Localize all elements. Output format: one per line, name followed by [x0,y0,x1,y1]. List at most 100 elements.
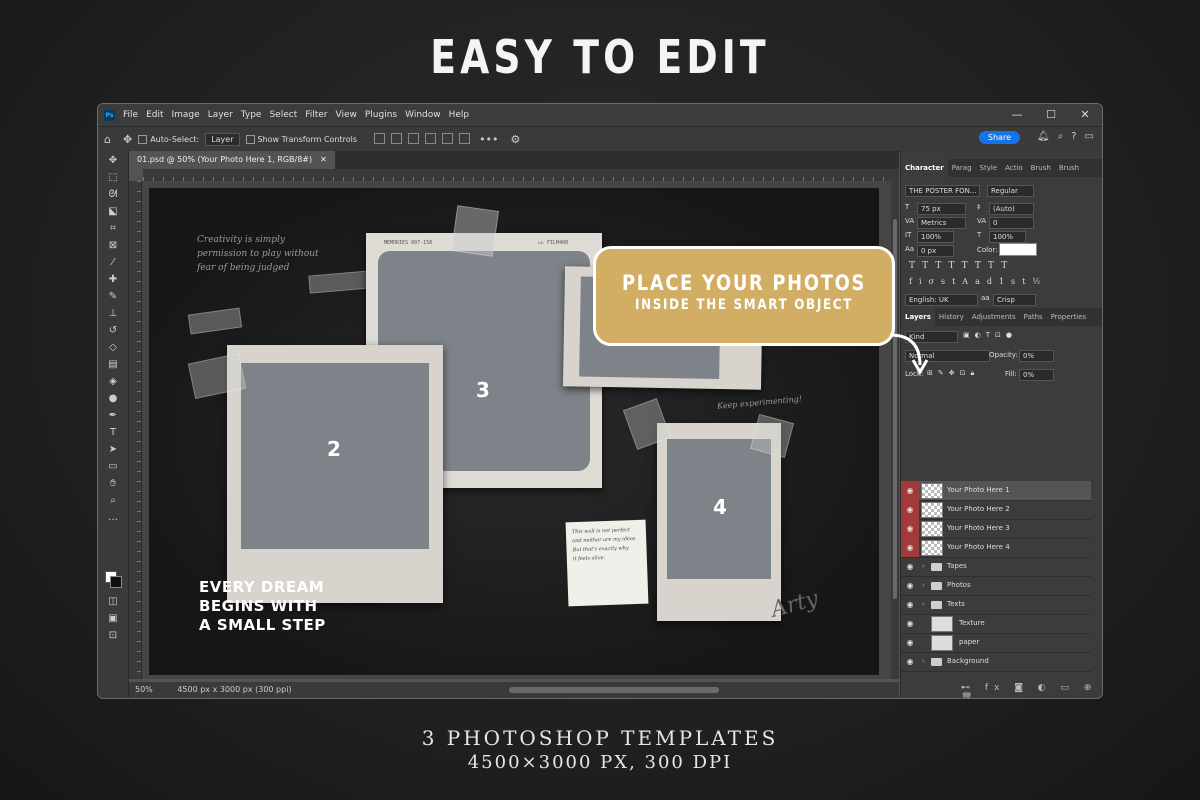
gradient-tool-icon[interactable]: ▤ [106,359,120,371]
font-size-field[interactable]: 75 px [917,203,966,215]
brush-tool-icon[interactable]: ✎ [106,291,120,303]
eraser-tool-icon[interactable]: ◇ [106,342,120,354]
opentype-buttons[interactable]: fiσstAad1st½ [909,277,1047,286]
move-tool-icon[interactable]: ✥ [123,133,132,146]
layer-row[interactable]: ◉ › Background [901,652,1091,672]
tab-properties[interactable]: Properties [1047,308,1090,326]
workspace-icon[interactable]: ▭ [1085,131,1094,142]
text-color-swatch[interactable] [999,243,1037,256]
visibility-eye-icon[interactable]: ◉ [901,633,919,652]
vertical-scrollbar[interactable] [891,169,899,679]
align-middle-icon[interactable] [442,132,454,144]
tab-styles[interactable]: Style [976,159,1002,177]
settings-icon[interactable]: ⚙ [511,133,521,146]
horizontal-scale-field[interactable]: 100% [989,231,1026,243]
baseline-field[interactable]: 0 px [917,245,954,257]
align-top-icon[interactable] [425,132,437,144]
tab-layers[interactable]: Layers [901,308,935,326]
menu-window[interactable]: Window [405,110,441,120]
tab-paths[interactable]: Paths [1020,308,1047,326]
leading-field[interactable]: (Auto) [989,203,1034,215]
font-family-dropdown[interactable]: THE POSTER FON... [905,185,980,197]
align-center-icon[interactable] [391,132,403,144]
zoom-tool-icon[interactable]: ⌕ [106,495,120,507]
menu-help[interactable]: Help [449,110,470,120]
tab-adjustments[interactable]: Adjustments [968,308,1020,326]
pen-tool-icon[interactable]: ✒ [106,410,120,422]
layer-select-dropdown[interactable]: Layer [205,132,240,146]
align-left-icon[interactable] [374,132,386,144]
healing-tool-icon[interactable]: ✚ [106,274,120,286]
horizontal-scrollbar[interactable] [509,687,719,693]
menu-plugins[interactable]: Plugins [365,110,397,120]
visibility-eye-icon[interactable]: ◉ [901,481,919,500]
object-select-tool-icon[interactable]: ⬕ [106,206,120,218]
help-icon[interactable]: ? [1071,131,1076,142]
home-icon[interactable]: ⌂ [104,133,111,146]
layer-row[interactable]: ◉ paper [901,633,1091,653]
antialias-dropdown[interactable]: Crisp [993,294,1036,306]
align-bottom-icon[interactable] [459,132,471,144]
tab-history[interactable]: History [935,308,968,326]
tab-paragraph[interactable]: Parag [948,159,976,177]
close-tab-icon[interactable]: ✕ [320,155,327,164]
filter-icons[interactable]: ▣◐T⊡● [963,331,1017,339]
history-brush-icon[interactable]: ↺ [106,325,120,337]
visibility-eye-icon[interactable]: ◉ [901,614,919,633]
align-right-icon[interactable] [408,132,420,144]
language-dropdown[interactable]: English: UK [905,294,978,306]
zoom-level[interactable]: 50% [135,685,153,694]
bell-icon[interactable]: 🔔︎ [1037,131,1050,142]
show-transform-checkbox[interactable] [245,134,255,144]
layer-row[interactable]: ◉ Your Photo Here 2 [901,500,1091,520]
more-options-icon[interactable]: ••• [479,133,498,146]
auto-select-checkbox[interactable] [138,134,148,144]
tab-actions[interactable]: Actio [1001,159,1027,177]
screen-mode-icon[interactable]: ▣ [106,613,120,625]
blur-tool-icon[interactable]: ◈ [106,376,120,388]
tab-brush-settings[interactable]: Brush [1055,159,1083,177]
layer-row[interactable]: ◉ Texture [901,614,1091,634]
tracking-field[interactable]: 0 [989,217,1034,229]
expand-chevron-icon[interactable]: › [922,652,925,671]
visibility-eye-icon[interactable]: ◉ [901,519,919,538]
vertical-scale-field[interactable]: 100% [917,231,954,243]
stamp-tool-icon[interactable]: ⊥ [106,308,120,320]
fill-field[interactable]: 0% [1019,369,1054,381]
shape-tool-icon[interactable]: ▭ [106,461,120,473]
visibility-eye-icon[interactable]: ◉ [901,595,919,614]
font-style-dropdown[interactable]: Regular [987,185,1034,197]
expand-chevron-icon[interactable]: › [922,557,925,576]
background-color-swatch[interactable] [110,576,122,588]
tab-character[interactable]: Character [901,159,948,177]
expand-chevron-icon[interactable]: › [922,576,925,595]
crop-tool-icon[interactable]: ⌗ [106,223,120,235]
visibility-eye-icon[interactable]: ◉ [901,557,919,576]
layer-row[interactable]: ◉ Your Photo Here 3 [901,519,1091,539]
layers-footer-icons[interactable]: ⊷ fx ◙ ◐ ▭ ⊕ 🗑︎ [961,683,1102,698]
share-button[interactable]: Share [978,131,1020,144]
layer-row[interactable]: ◉ › Tapes [901,557,1091,577]
type-tool-icon[interactable]: T [106,427,120,439]
extras-icon[interactable]: ⊡ [106,630,120,642]
move-tool-icon[interactable]: ✥ [106,155,120,167]
minimize-button[interactable]: — [1000,104,1034,126]
visibility-eye-icon[interactable]: ◉ [901,576,919,595]
quick-mask-icon[interactable]: ◫ [106,596,120,608]
layer-row[interactable]: ◉ Your Photo Here 4 [901,538,1091,558]
visibility-eye-icon[interactable]: ◉ [901,500,919,519]
more-tools-icon[interactable]: … [106,512,120,524]
dodge-tool-icon[interactable]: ● [106,393,120,405]
visibility-eye-icon[interactable]: ◉ [901,538,919,557]
hand-tool-icon[interactable]: ✋︎ [106,478,120,490]
menu-edit[interactable]: Edit [146,110,163,120]
document-tab[interactable]: 01.psd @ 50% (Your Photo Here 1, RGB/8#)… [129,151,335,169]
eyedropper-tool-icon[interactable]: ⁄ [106,257,120,269]
lasso-tool-icon[interactable]: ᘛ [106,189,120,201]
menu-filter[interactable]: Filter [305,110,327,120]
expand-chevron-icon[interactable]: › [922,595,925,614]
opacity-field[interactable]: 0% [1019,350,1054,362]
menu-image[interactable]: Image [172,110,200,120]
marquee-tool-icon[interactable]: ⬚ [106,172,120,184]
layer-row[interactable]: ◉ › Texts [901,595,1091,615]
